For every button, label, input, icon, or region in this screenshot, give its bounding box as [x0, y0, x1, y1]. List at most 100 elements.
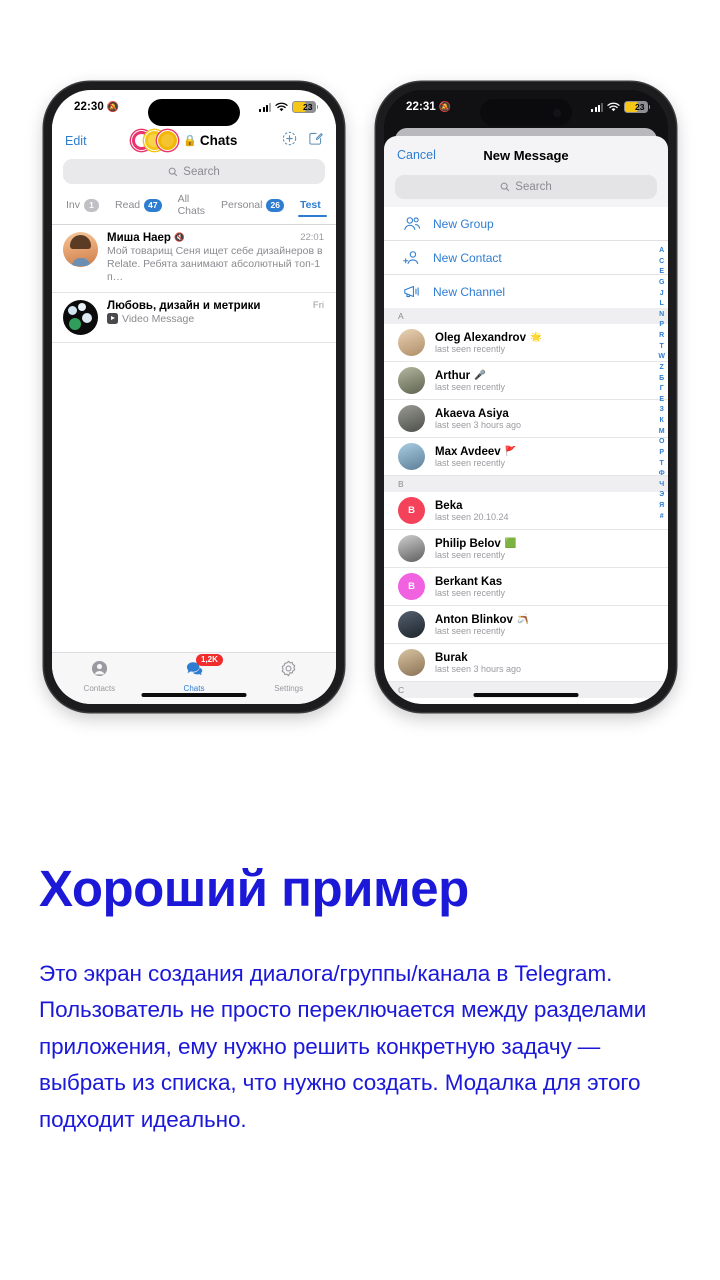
contact-name-row: Arthur 🎤 [435, 370, 505, 382]
contact-row[interactable]: NC Nacho Camino last seen recently [384, 698, 668, 704]
filter-tab-all-chats[interactable]: All Chats [170, 193, 213, 224]
index-letter[interactable]: Б [659, 374, 664, 385]
compose-icon[interactable] [308, 131, 323, 151]
caption-block: Хороший пример Это экран создания диалог… [39, 861, 679, 1138]
tab-chats[interactable]: 1,2K Chats [147, 654, 242, 693]
tab-label: Settings [274, 684, 304, 693]
action-new-contact[interactable]: New Contact [384, 240, 668, 274]
index-letter[interactable]: L [660, 299, 664, 310]
contact-text: Arthur 🎤 last seen recently [435, 370, 505, 392]
screen-chats: 22:30 🔕 23 Edit 🔒 Chats Search Inv 1 Rea… [52, 90, 336, 704]
contact-name: Beka [435, 499, 463, 512]
index-letter[interactable]: J [660, 289, 664, 300]
filter-tab-label: Test [299, 199, 321, 211]
chat-name: Любовь, дизайн и метрики [107, 299, 261, 312]
modal-action-list: New Group New Contact New Channel [384, 207, 668, 308]
cancel-button[interactable]: Cancel [397, 148, 436, 162]
index-letter[interactable]: Я [659, 501, 664, 512]
contact-name-row: Oleg Alexandrov 🌟 [435, 332, 542, 344]
tab-contacts[interactable]: Contacts [52, 660, 147, 693]
index-letter[interactable]: Ч [659, 480, 664, 491]
cellular-icon [259, 102, 271, 112]
index-letter[interactable]: W [658, 352, 665, 363]
contact-status: last seen recently [435, 343, 506, 354]
avatar [398, 535, 425, 562]
battery-icon: 23 [624, 101, 651, 113]
contact-row[interactable]: Arthur 🎤 last seen recently [384, 362, 668, 400]
contact-row[interactable]: Akaeva Asiya last seen 3 hours ago [384, 400, 668, 438]
index-letter[interactable]: Ф [659, 469, 665, 480]
index-letter[interactable]: Е [659, 395, 664, 406]
contact-text: Oleg Alexandrov 🌟 last seen recently [435, 332, 542, 354]
edit-button[interactable]: Edit [65, 134, 87, 148]
avatar: B [398, 497, 425, 524]
avatar [398, 611, 425, 638]
tab-settings[interactable]: Settings [241, 660, 336, 693]
chats-nav-bar: Edit 🔒 Chats [52, 124, 336, 158]
index-letter[interactable]: P [659, 320, 664, 331]
contact-name: Burak [435, 651, 468, 664]
index-letter[interactable]: Э [659, 490, 664, 501]
index-letter[interactable]: N [659, 310, 664, 321]
filter-tab-label: Read [115, 199, 141, 211]
story-ring-3[interactable] [157, 130, 179, 151]
filter-tab-personal[interactable]: Personal 26 [213, 198, 292, 219]
new-contact-icon [402, 250, 421, 265]
index-letter[interactable]: М [659, 427, 665, 438]
avatar [63, 299, 98, 335]
contact-row[interactable]: Philip Belov 🟩 last seen recently [384, 530, 668, 568]
home-indicator [141, 693, 247, 697]
index-letter[interactable]: # [660, 512, 664, 523]
battery-level: 23 [635, 101, 645, 112]
wifi-icon [607, 102, 620, 112]
action-new-group[interactable]: New Group [384, 207, 668, 240]
contact-row[interactable]: Max Avdeev 🚩 last seen recently [384, 438, 668, 476]
contact-name: Akaeva Asiya [435, 407, 509, 420]
contact-text: Akaeva Asiya last seen 3 hours ago [435, 408, 521, 430]
index-letter[interactable]: C [659, 257, 664, 268]
contact-row[interactable]: Oleg Alexandrov 🌟 last seen recently [384, 324, 668, 362]
filter-tab-inv[interactable]: Inv 1 [64, 198, 107, 219]
nav-center: 🔒 Chats [87, 130, 282, 151]
alphabet-index[interactable]: A C E G J L N P R T W Z Б Г Е З К М О Р Т Ф Ч Э Я # [658, 246, 665, 522]
index-letter[interactable]: О [659, 437, 664, 448]
filter-tab-test[interactable]: Test [292, 199, 329, 218]
index-letter[interactable]: Z [660, 363, 664, 374]
nav-actions [282, 131, 323, 151]
modal-search-input[interactable]: Search [395, 175, 657, 199]
index-letter[interactable]: З [660, 405, 664, 416]
chat-item-body: Миша Наер 🔇 22:01 Мой товарищ Сеня ищет … [107, 232, 324, 285]
index-letter[interactable]: E [659, 267, 664, 278]
index-letter[interactable]: К [660, 416, 664, 427]
index-letter[interactable]: Р [659, 448, 664, 459]
contact-row[interactable]: B Beka last seen 20.10.24 [384, 492, 668, 530]
filter-tab-read[interactable]: Read 47 [107, 198, 170, 219]
contact-name: Oleg Alexandrov [435, 331, 526, 344]
screen-new-message: 22:31 🔕 23 Cancel New Message Search New… [384, 90, 668, 704]
chat-list-item[interactable]: Миша Наер 🔇 22:01 Мой товарищ Сеня ищет … [52, 224, 336, 293]
contact-status: last seen recently [435, 381, 506, 392]
video-message-icon [107, 312, 118, 324]
chat-list-item[interactable]: Любовь, дизайн и метрики Fri Video Messa… [52, 292, 336, 343]
phone-mockup-new-message: 22:31 🔕 23 Cancel New Message Search New… [376, 82, 676, 712]
index-letter[interactable]: A [659, 246, 664, 257]
index-letter[interactable]: T [660, 342, 664, 353]
index-letter[interactable]: R [659, 331, 664, 342]
avatar [398, 367, 425, 394]
contact-text: Anton Blinkov 🪃 last seen recently [435, 614, 529, 636]
search-input[interactable]: Search [63, 159, 325, 184]
add-contact-icon[interactable] [282, 131, 297, 151]
index-letter[interactable]: Т [660, 459, 664, 470]
action-label: New Contact [433, 250, 502, 265]
modal-search-placeholder: Search [515, 181, 552, 193]
contact-row[interactable]: Anton Blinkov 🪃 last seen recently [384, 606, 668, 644]
chat-filter-tabs: Inv 1 Read 47 All Chats Personal 26 Test [52, 184, 336, 224]
action-new-channel[interactable]: New Channel [384, 274, 668, 308]
story-rings[interactable] [131, 130, 179, 151]
contact-row[interactable]: B Berkant Kas last seen recently [384, 568, 668, 606]
bell-slash-icon: 🔕 [106, 101, 120, 113]
dynamic-island [148, 99, 240, 126]
index-letter[interactable]: Г [660, 384, 664, 395]
contact-row[interactable]: Burak last seen 3 hours ago [384, 644, 668, 682]
index-letter[interactable]: G [659, 278, 664, 289]
